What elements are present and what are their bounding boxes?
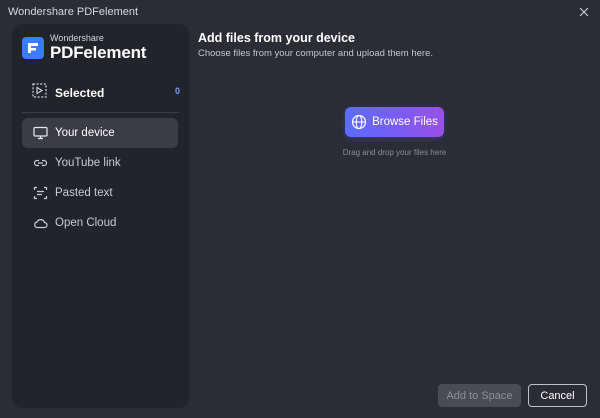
nav-item-your-device[interactable]: Your device: [22, 118, 178, 148]
text-scan-icon: [32, 185, 48, 201]
selected-count-badge: 0: [174, 86, 180, 96]
browse-files-button[interactable]: Browse Files: [345, 107, 444, 137]
browse-files-label: Browse Files: [372, 116, 438, 128]
drag-drop-hint: Drag and drop your files here: [342, 148, 447, 157]
add-to-space-button[interactable]: Add to Space: [438, 384, 521, 407]
close-icon[interactable]: [576, 4, 592, 20]
nav-item-open-cloud[interactable]: Open Cloud: [22, 208, 178, 238]
nav-item-label: YouTube link: [55, 157, 121, 169]
source-nav: Your device YouTube link Pasted text Ope…: [22, 118, 178, 238]
brand-product: PDFelement: [50, 43, 147, 62]
brand-logo: Wondershare PDFelement: [22, 34, 146, 61]
page-subtitle: Choose files from your computer and uplo…: [198, 48, 433, 59]
selected-label: Selected: [55, 86, 105, 100]
cloud-icon: [32, 215, 48, 231]
sidebar: Wondershare PDFelement Selected 0 Your d…: [12, 24, 189, 408]
title-bar: Wondershare PDFelement: [0, 0, 600, 24]
pdfelement-logo-icon: [22, 36, 44, 59]
globe-icon: [351, 114, 367, 130]
monitor-icon: [32, 125, 48, 141]
nav-item-youtube-link[interactable]: YouTube link: [22, 148, 178, 178]
nav-item-label: Your device: [55, 127, 115, 139]
window-title: Wondershare PDFelement: [8, 6, 139, 18]
nav-item-label: Pasted text: [55, 187, 113, 199]
selected-section[interactable]: Selected 0: [32, 82, 182, 104]
page-title: Add files from your device: [198, 31, 355, 45]
nav-item-label: Open Cloud: [55, 217, 117, 229]
cancel-button[interactable]: Cancel: [528, 384, 587, 407]
brand-company: Wondershare: [50, 33, 104, 43]
nav-item-pasted-text[interactable]: Pasted text: [22, 178, 178, 208]
link-icon: [32, 155, 48, 171]
sidebar-divider: [22, 112, 179, 113]
selected-files-icon: [32, 83, 47, 103]
